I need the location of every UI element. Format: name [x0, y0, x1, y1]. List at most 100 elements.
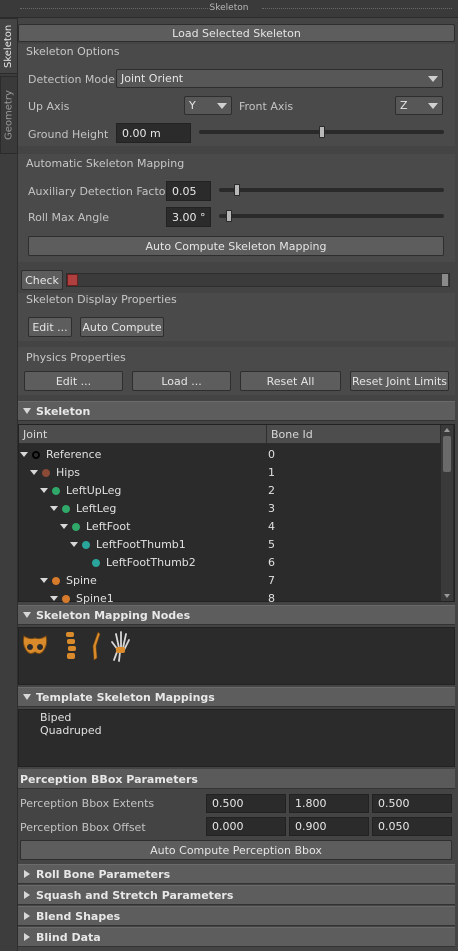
hand-bone-icon[interactable]	[108, 628, 132, 662]
mapping-nodes-frame-header[interactable]: Skeleton Mapping Nodes	[18, 605, 455, 625]
skeleton-frame-title: Skeleton	[36, 404, 91, 418]
bone-id: 3	[268, 502, 275, 515]
collapse-arrow-icon	[18, 612, 36, 618]
tree-expand-icon[interactable]	[60, 524, 68, 529]
joint-name: LeftLeg	[76, 502, 117, 515]
blind-data-title: Blind Data	[36, 930, 101, 944]
bbox-extents-z-field[interactable]: 0.500	[372, 794, 452, 813]
aux-detection-slider-thumb[interactable]	[234, 184, 241, 196]
up-axis-dropdown[interactable]: Y	[184, 96, 232, 115]
joint-node-icon	[52, 487, 60, 495]
joint-row[interactable]: Reference 0	[20, 446, 440, 464]
check-button[interactable]: Check	[21, 270, 63, 290]
load-selected-skeleton-button[interactable]: Load Selected Skeleton	[18, 24, 455, 42]
display-props-title: Skeleton Display Properties	[26, 293, 177, 306]
tab-skeleton[interactable]: Skeleton	[0, 18, 18, 74]
aux-detection-slider[interactable]	[219, 188, 444, 192]
title-grip-right	[262, 8, 452, 10]
up-axis-value: Y	[189, 99, 196, 112]
front-axis-label: Front Axis	[239, 100, 294, 113]
bbox-extents-x-field[interactable]: 0.500	[206, 794, 286, 813]
joint-tree-scroll-thumb[interactable]	[443, 436, 451, 472]
bbox-offset-label: Perception Bbox Offset	[20, 821, 146, 834]
joint-row[interactable]: LeftFootThumb1 5	[20, 536, 440, 554]
blend-shapes-frame-header[interactable]: Blend Shapes	[18, 906, 455, 926]
physics-edit-button[interactable]: Edit ...	[24, 371, 123, 391]
display-edit-button[interactable]: Edit ...	[28, 317, 72, 337]
bbox-offset-z-field[interactable]: 0.050	[372, 817, 452, 836]
expand-arrow-icon	[18, 870, 36, 878]
ground-height-field[interactable]: 0.00 m	[116, 123, 191, 143]
joint-row[interactable]: Spine 7	[20, 572, 440, 590]
joint-row[interactable]: LeftFootThumb2 6	[20, 554, 440, 572]
joint-node-icon	[42, 469, 50, 477]
scroll-down-icon[interactable]	[444, 594, 450, 598]
joint-node-icon	[62, 505, 70, 513]
template-item-quadruped[interactable]: Quadruped	[40, 724, 102, 737]
auto-compute-bbox-button[interactable]: Auto Compute Perception Bbox	[20, 840, 452, 860]
roll-max-angle-field[interactable]: 3.00 °	[166, 207, 211, 227]
bone-id: 1	[268, 466, 275, 479]
tree-expand-icon[interactable]	[40, 578, 48, 583]
bone-id: 0	[268, 448, 275, 461]
front-axis-value: Z	[400, 99, 408, 112]
joint-row[interactable]: LeftUpLeg 2	[20, 482, 440, 500]
tree-expand-icon[interactable]	[20, 452, 28, 457]
leg-bone-icon[interactable]	[88, 630, 104, 662]
chevron-down-icon	[424, 97, 442, 114]
check-status-indicator	[67, 274, 78, 286]
blend-shapes-title: Blend Shapes	[36, 909, 121, 923]
mapping-nodes-title: Skeleton Mapping Nodes	[36, 608, 191, 622]
joint-node-icon	[52, 577, 60, 585]
tree-expand-icon[interactable]	[50, 596, 58, 601]
template-mappings-frame-header[interactable]: Template Skeleton Mappings	[18, 687, 455, 707]
perception-title: Perception BBox Parameters	[20, 773, 198, 786]
joint-column-header[interactable]: Joint	[19, 425, 267, 444]
bbox-offset-x-field[interactable]: 0.000	[206, 817, 286, 836]
bone-id: 8	[268, 592, 275, 605]
roll-max-angle-slider-thumb[interactable]	[225, 210, 232, 222]
tree-expand-icon[interactable]	[50, 506, 58, 511]
scroll-up-icon[interactable]	[444, 428, 450, 432]
front-axis-dropdown[interactable]: Z	[395, 96, 443, 115]
joint-row[interactable]: LeftLeg 3	[20, 500, 440, 518]
tree-expand-icon[interactable]	[70, 542, 78, 547]
bone-id: 6	[268, 556, 275, 569]
joint-node-icon	[62, 595, 70, 603]
ground-height-slider-thumb[interactable]	[318, 126, 325, 138]
roll-bone-frame-header[interactable]: Roll Bone Parameters	[18, 864, 455, 884]
chevron-down-icon	[424, 70, 442, 87]
joint-row[interactable]: Hips 1	[20, 464, 440, 482]
pelvis-bone-icon[interactable]	[20, 630, 50, 662]
skeleton-options-title: Skeleton Options	[26, 45, 120, 58]
physics-reset-all-button[interactable]: Reset All	[240, 371, 341, 391]
auto-compute-mapping-button[interactable]: Auto Compute Skeleton Mapping	[28, 236, 444, 256]
detection-mode-dropdown[interactable]: Joint Orient	[116, 69, 443, 88]
squash-stretch-frame-header[interactable]: Squash and Stretch Parameters	[18, 885, 455, 905]
tree-expand-icon[interactable]	[30, 470, 38, 475]
tree-expand-icon[interactable]	[40, 488, 48, 493]
blind-data-frame-header[interactable]: Blind Data	[18, 927, 455, 947]
tab-geometry[interactable]: Geometry	[0, 76, 18, 154]
physics-load-button[interactable]: Load ...	[132, 371, 231, 391]
ground-height-label: Ground Height	[28, 128, 109, 141]
template-item-biped[interactable]: Biped	[40, 711, 71, 724]
mapping-nodes-panel	[18, 627, 455, 685]
display-auto-compute-button[interactable]: Auto Compute	[80, 317, 164, 337]
joint-node-icon	[72, 523, 80, 531]
bone-id: 4	[268, 520, 275, 533]
aux-detection-field[interactable]: 0.05	[166, 181, 211, 201]
joint-name: LeftFootThumb2	[106, 556, 196, 569]
roll-max-angle-slider[interactable]	[219, 214, 444, 218]
side-tab-bar: Skeleton Geometry	[0, 18, 18, 951]
roll-max-angle-label: Roll Max Angle	[28, 211, 110, 224]
bbox-extents-y-field[interactable]: 1.800	[289, 794, 369, 813]
skeleton-frame-header[interactable]: Skeleton	[18, 401, 455, 421]
bone-id-column-header[interactable]: Bone Id	[267, 425, 440, 444]
spine-bone-icon[interactable]	[62, 630, 78, 662]
joint-name: Spine	[66, 574, 97, 587]
physics-title: Physics Properties	[26, 351, 126, 364]
bbox-offset-y-field[interactable]: 0.900	[289, 817, 369, 836]
joint-row[interactable]: LeftFoot 4	[20, 518, 440, 536]
physics-reset-joint-limits-button[interactable]: Reset Joint Limits	[350, 371, 449, 391]
